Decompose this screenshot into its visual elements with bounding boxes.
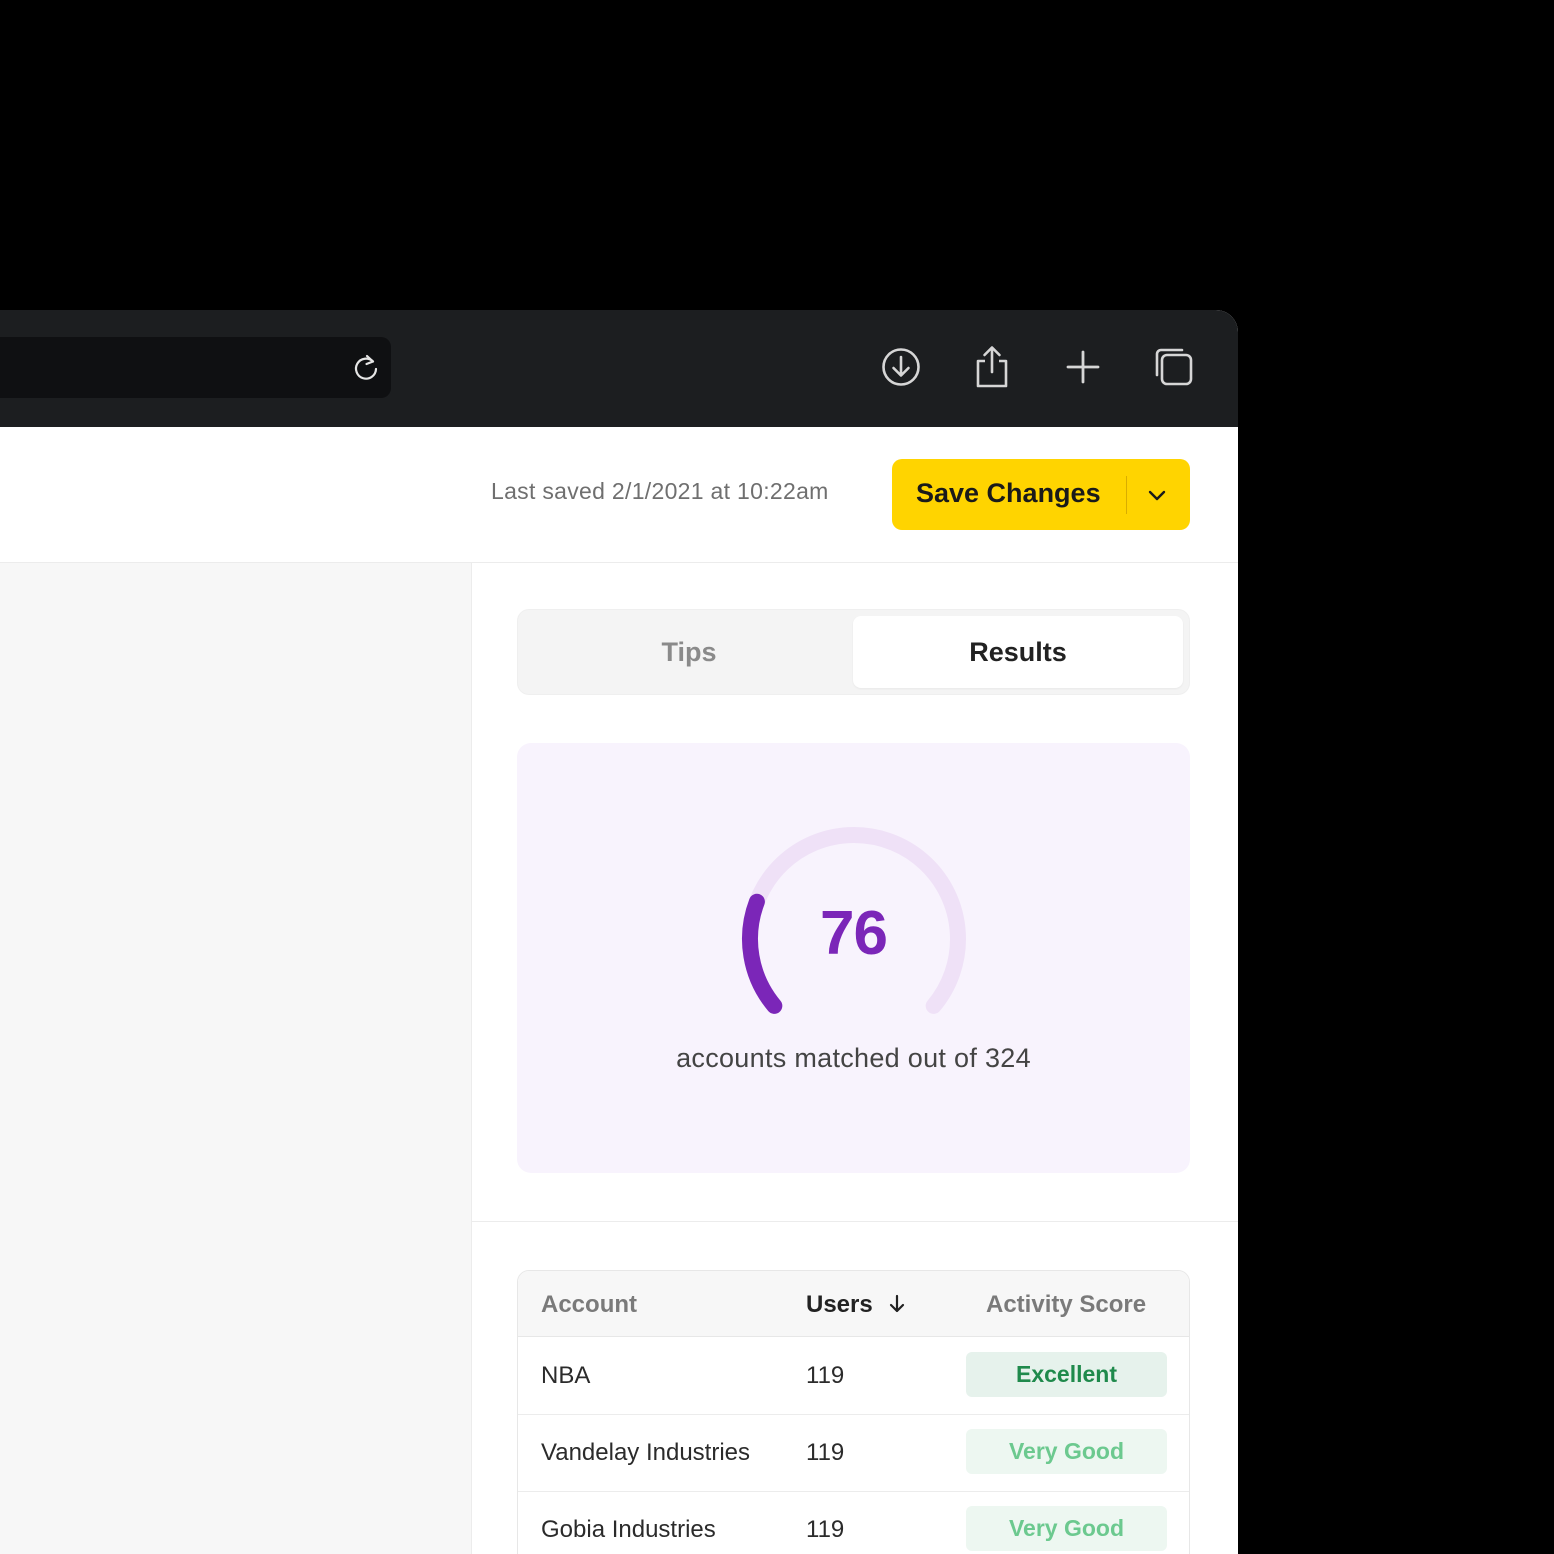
results-panel: Tips Results 76 accounts matched out of … (472, 563, 1238, 1554)
section-divider (472, 1221, 1238, 1222)
activity-badge: Very Good (966, 1506, 1167, 1551)
matched-caption: accounts matched out of 324 (676, 1043, 1031, 1073)
table-row[interactable]: Vandelay Industries 119 Very Good (518, 1414, 1189, 1492)
activity-badge: Very Good (966, 1429, 1167, 1474)
editor-pane (0, 563, 472, 1554)
panel-tabs: Tips Results (517, 609, 1190, 695)
download-icon[interactable] (879, 345, 923, 389)
browser-toolbar (0, 310, 1238, 427)
browser-window: Last saved 2/1/2021 at 10:22am Save Chan… (0, 310, 1238, 1554)
column-account[interactable]: Account (541, 1291, 637, 1319)
table-row[interactable]: NBA 119 Excellent (518, 1337, 1189, 1415)
table-header: Account Users Activity Score (518, 1271, 1189, 1337)
account-name: Gobia Industries (541, 1516, 716, 1543)
sort-arrow-down-icon[interactable] (886, 1293, 908, 1315)
account-name: Vandelay Industries (541, 1439, 751, 1466)
share-icon[interactable] (970, 345, 1014, 389)
table-row[interactable]: Gobia Industries 119 Very Good (518, 1491, 1189, 1554)
users-count: 119 (806, 1362, 845, 1389)
save-changes-button[interactable]: Save Changes (892, 459, 1190, 530)
score-card: 76 accounts matched out of 324 (517, 743, 1190, 1173)
last-saved-text: Last saved 2/1/2021 at 10:22am (491, 478, 829, 504)
tab-results[interactable]: Results (853, 616, 1183, 688)
save-button-divider (1126, 476, 1127, 514)
activity-badge: Excellent (966, 1352, 1167, 1397)
account-name: NBA (541, 1362, 591, 1389)
users-count: 119 (806, 1439, 845, 1466)
address-bar[interactable] (0, 337, 391, 398)
column-users[interactable]: Users (806, 1291, 873, 1319)
reload-icon[interactable] (350, 352, 382, 384)
tabs-overview-icon[interactable] (1152, 345, 1196, 389)
users-count: 119 (806, 1516, 845, 1543)
chevron-down-icon[interactable] (1145, 483, 1169, 507)
column-activity-score[interactable]: Activity Score (986, 1291, 1146, 1319)
tab-tips[interactable]: Tips (524, 616, 854, 688)
new-tab-icon[interactable] (1061, 345, 1105, 389)
matched-count: 76 (820, 899, 888, 968)
accounts-table: Account Users Activity Score NBA 119 Exc… (517, 1270, 1190, 1554)
save-changes-label: Save Changes (916, 478, 1101, 508)
page-header: Last saved 2/1/2021 at 10:22am Save Chan… (0, 427, 1238, 563)
